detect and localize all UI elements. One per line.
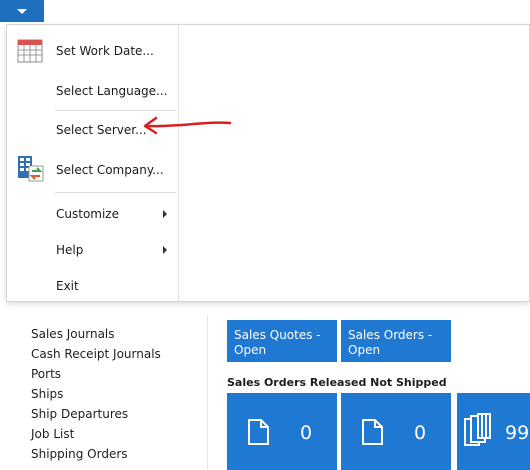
menu-item-label: Help xyxy=(56,243,84,257)
app-menu-button[interactable] xyxy=(0,0,44,22)
menu-item-label: Exit xyxy=(56,279,79,293)
submenu-arrow-icon xyxy=(163,210,167,218)
menu-item-label: Set Work Date... xyxy=(56,44,154,58)
count-tile[interactable]: 0 xyxy=(227,393,337,470)
menu-item-set-work-date[interactable]: Set Work Date... xyxy=(7,33,178,69)
company-switch-icon xyxy=(18,156,44,182)
menu-item-label: Customize xyxy=(56,207,119,221)
menu-item-select-company[interactable]: Select Company... xyxy=(7,152,178,188)
menu-separator xyxy=(55,192,176,193)
menu-item-customize[interactable]: Customize xyxy=(7,196,178,232)
menu-item-label: Select Company... xyxy=(56,163,164,177)
nav-item-shipping-orders[interactable]: Shipping Orders xyxy=(31,447,128,461)
nav-item-sales-journals[interactable]: Sales Journals xyxy=(31,327,115,341)
menu-item-label: Select Language... xyxy=(56,84,168,98)
menu-item-select-language[interactable]: Select Language... xyxy=(7,73,178,109)
cue-tile-sales-quotes-open[interactable]: Sales Quotes - Open xyxy=(227,320,337,362)
count-value: 99 xyxy=(505,422,530,444)
menu-list: Set Work Date... Select Language... Sele… xyxy=(7,25,179,301)
cue-tile-sales-orders-open[interactable]: Sales Orders - Open xyxy=(341,320,451,362)
count-tile[interactable]: 99 xyxy=(457,393,530,470)
application-menu: Set Work Date... Select Language... Sele… xyxy=(6,24,530,302)
document-icon xyxy=(362,419,383,445)
role-center-content: Sales Quotes - Open Sales Orders - Open … xyxy=(208,315,530,470)
red-arrow-annotation xyxy=(143,116,232,135)
chevron-down-icon xyxy=(17,8,27,14)
nav-item-job-list[interactable]: Job List xyxy=(31,427,74,441)
document-stack-icon xyxy=(464,413,491,446)
count-tile[interactable]: 0 xyxy=(341,393,451,470)
menu-item-exit[interactable]: Exit xyxy=(7,268,178,304)
count-value: 0 xyxy=(300,422,313,444)
nav-item-ship-departures[interactable]: Ship Departures xyxy=(31,407,128,421)
menu-item-label: Select Server... xyxy=(56,123,147,137)
count-value: 0 xyxy=(414,422,427,444)
document-icon xyxy=(248,419,269,445)
section-title: Sales Orders Released Not Shipped xyxy=(227,376,447,389)
navigation-pane: Sales Journals Cash Receipt Journals Por… xyxy=(0,315,208,470)
nav-item-cash-receipt-journals[interactable]: Cash Receipt Journals xyxy=(31,347,161,361)
menu-item-help[interactable]: Help xyxy=(7,232,178,268)
submenu-arrow-icon xyxy=(163,246,167,254)
ribbon-strip xyxy=(44,0,530,25)
menu-separator xyxy=(55,110,176,111)
nav-item-ships[interactable]: Ships xyxy=(31,387,63,401)
nav-item-ports[interactable]: Ports xyxy=(31,367,61,381)
calendar-icon xyxy=(17,39,43,63)
